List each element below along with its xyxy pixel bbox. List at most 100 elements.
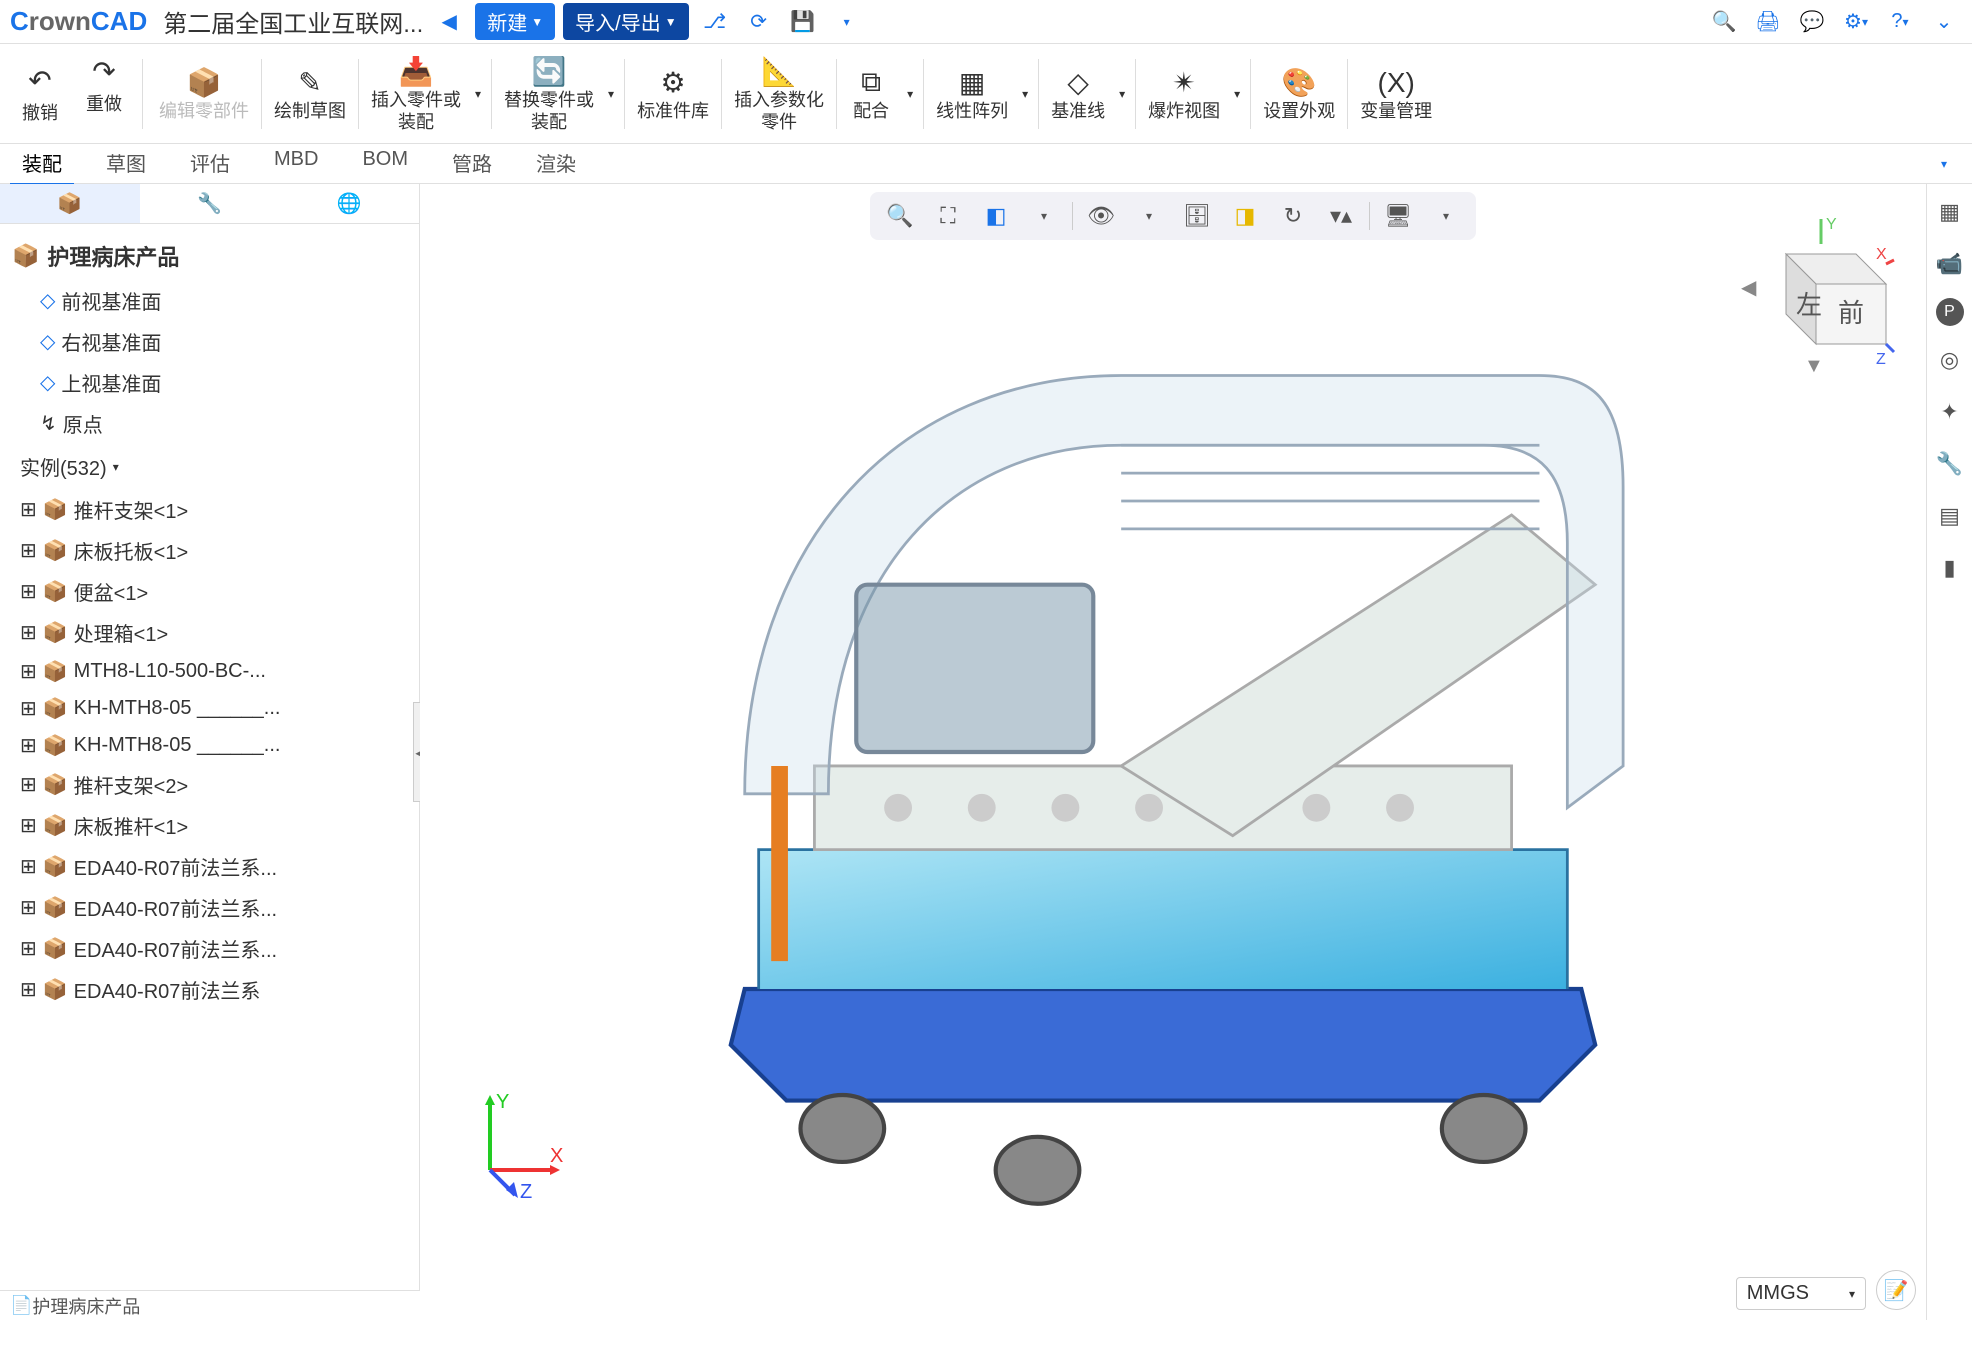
explode-dropdown[interactable]: ▾ xyxy=(1234,87,1240,101)
rail-cube-icon[interactable]: ◎ xyxy=(1932,342,1968,378)
tree-instance[interactable]: ⊞ 📦 处理箱<1> xyxy=(0,612,419,653)
display-icon[interactable]: 🖥 xyxy=(1378,196,1418,236)
search-icon[interactable]: 🔍 xyxy=(1706,4,1742,40)
replace-part-dropdown[interactable]: ▾ xyxy=(608,87,614,101)
expand-icon[interactable]: ⊞ xyxy=(20,854,37,879)
rotate-icon[interactable]: ↻ xyxy=(1273,196,1313,236)
ribbon-mate[interactable]: ⧉配合 xyxy=(841,61,901,127)
tree-plane[interactable]: ◇右视基准面 xyxy=(0,321,419,362)
ribbon-linear-pattern[interactable]: ▦线性阵列 xyxy=(928,61,1016,127)
expand-icon[interactable]: ⌄ xyxy=(1926,4,1962,40)
linear-pattern-dropdown[interactable]: ▾ xyxy=(1022,87,1028,101)
tab-管路[interactable]: 管路 xyxy=(440,142,504,186)
tab-评估[interactable]: 评估 xyxy=(178,142,242,186)
chat-icon[interactable]: 💬 xyxy=(1794,4,1830,40)
tree-instance[interactable]: ⊞ 📦 MTH8-L10-500-BC-... xyxy=(0,653,419,690)
ribbon-sketch[interactable]: ✎绘制草图 xyxy=(266,61,354,127)
branch-icon[interactable]: ⎇ xyxy=(697,4,733,40)
save-icon[interactable]: 💾 xyxy=(785,4,821,40)
settings-icon[interactable]: ⚙ ▾ xyxy=(1838,4,1874,40)
rail-target-icon[interactable]: ✦ xyxy=(1932,394,1968,430)
rail-p-icon[interactable]: P xyxy=(1936,298,1964,326)
save-dropdown-icon[interactable]: ▾ xyxy=(829,4,865,40)
help-icon[interactable]: ? ▾ xyxy=(1882,4,1918,40)
navigation-cube[interactable]: 左 前 Y X Z ◀▼ xyxy=(1736,214,1896,374)
app-logo[interactable]: CrownCAD xyxy=(10,6,147,37)
rail-layers-icon[interactable]: ▤ xyxy=(1932,498,1968,534)
undo-button[interactable]: ↶撤销 xyxy=(10,59,70,129)
tree-tab-config[interactable]: 🔧 xyxy=(140,184,280,223)
ribbon-explode[interactable]: ✴爆炸视图 xyxy=(1140,61,1228,127)
expand-icon[interactable]: ⊞ xyxy=(20,538,37,563)
tree-root[interactable]: 📦 护理病床产品 xyxy=(0,232,419,280)
section-icon[interactable]: 🗄 xyxy=(1177,196,1217,236)
ribbon-replace-part[interactable]: 🔄替换零件或 装配 xyxy=(496,50,602,137)
shading-icon[interactable]: ◨ xyxy=(1225,196,1265,236)
instances-header[interactable]: 实例(532) ▾ xyxy=(0,444,419,489)
feedback-icon[interactable]: 📝 xyxy=(1876,1270,1916,1310)
tab-装配[interactable]: 装配 xyxy=(10,142,74,186)
ribbon-datum[interactable]: ◇基准线 xyxy=(1043,61,1113,127)
new-button[interactable]: 新建 ▼ xyxy=(475,3,555,40)
expand-icon[interactable]: ⊞ xyxy=(20,936,37,961)
expand-icon[interactable]: ⊞ xyxy=(20,579,37,604)
filter-icon[interactable]: ▾▴ xyxy=(1321,196,1361,236)
refresh-icon[interactable]: ⟳ xyxy=(741,4,777,40)
expand-icon[interactable]: ⊞ xyxy=(20,497,37,522)
ribbon-var-mgr[interactable]: (X)变量管理 xyxy=(1352,61,1440,127)
tree-tab-feature[interactable]: 📦 xyxy=(0,184,140,223)
datum-dropdown[interactable]: ▾ xyxy=(1119,87,1125,101)
rail-camera-icon[interactable]: 📹 xyxy=(1932,246,1968,282)
mate-dropdown[interactable]: ▾ xyxy=(907,87,913,101)
ribbon-insert-part[interactable]: 📥插入零件或 装配 xyxy=(363,50,469,137)
tree-instance[interactable]: ⊞ 📦 EDA40-R07前法兰系... xyxy=(0,887,419,928)
tree-instance[interactable]: ⊞ 📦 床板推杆<1> xyxy=(0,805,419,846)
units-selector[interactable]: MMGS▾ xyxy=(1736,1277,1866,1310)
tree-tab-display[interactable]: 🌐 xyxy=(279,184,419,223)
tree-instance[interactable]: ⊞ 📦 KH-MTH8-05 ______... xyxy=(0,727,419,764)
expand-icon[interactable]: ⊞ xyxy=(20,895,37,920)
rail-grid-icon[interactable]: ▦ xyxy=(1932,194,1968,230)
tab-草图[interactable]: 草图 xyxy=(94,142,158,186)
viewport-3d[interactable]: 🔍 ⛶ ◧▾ 👁▾ 🗄 ◨ ↻ ▾▴ 🖥▾ xyxy=(420,184,1926,1320)
import-export-button[interactable]: 导入/导出 ▼ xyxy=(563,3,688,40)
print-icon[interactable]: 🖨 xyxy=(1750,4,1786,40)
redo-button[interactable]: ↷重做 xyxy=(74,50,134,120)
visibility-icon[interactable]: 👁 xyxy=(1081,196,1121,236)
expand-icon[interactable]: ⊞ xyxy=(20,620,37,645)
tree-instance[interactable]: ⊞ 📦 EDA40-R07前法兰系 xyxy=(0,969,419,1010)
zoom-icon[interactable]: 🔍 xyxy=(880,196,920,236)
expand-icon[interactable]: ⊞ xyxy=(20,733,37,758)
expand-icon[interactable]: ⊞ xyxy=(20,813,37,838)
tree-instance[interactable]: ⊞ 📦 EDA40-R07前法兰系... xyxy=(0,928,419,969)
rail-wrench-icon[interactable]: 🔧 xyxy=(1932,446,1968,482)
expand-icon[interactable]: ⊞ xyxy=(20,977,37,1002)
tree-origin[interactable]: ↯原点 xyxy=(0,403,419,444)
ribbon-insert-param[interactable]: 📐插入参数化 零件 xyxy=(726,50,832,137)
tree-instance[interactable]: ⊞ 📦 推杆支架<2> xyxy=(0,764,419,805)
tree-plane[interactable]: ◇前视基准面 xyxy=(0,280,419,321)
fit-icon[interactable]: ⛶ xyxy=(928,196,968,236)
expand-icon[interactable]: ⊞ xyxy=(20,659,37,684)
tree-instance[interactable]: ⊞ 📦 便盆<1> xyxy=(0,571,419,612)
expand-icon[interactable]: ⊞ xyxy=(20,772,37,797)
ribbon-appearance[interactable]: 🎨设置外观 xyxy=(1255,61,1343,127)
insert-part-dropdown[interactable]: ▾ xyxy=(475,87,481,101)
tree-plane[interactable]: ◇上视基准面 xyxy=(0,362,419,403)
tab-BOM[interactable]: BOM xyxy=(350,142,420,186)
tab-MBD[interactable]: MBD xyxy=(262,142,330,186)
view-dd[interactable]: ▾ xyxy=(1024,196,1064,236)
rail-panel-icon[interactable]: ▮ xyxy=(1932,550,1968,586)
vis-dd[interactable]: ▾ xyxy=(1129,196,1169,236)
view-cube-icon[interactable]: ◧ xyxy=(976,196,1016,236)
tree-instance[interactable]: ⊞ 📦 床板托板<1> xyxy=(0,530,419,571)
tree-instance[interactable]: ⊞ 📦 EDA40-R07前法兰系... xyxy=(0,846,419,887)
ribbon-std-lib[interactable]: ⚙标准件库 xyxy=(629,61,717,127)
tree-instance[interactable]: ⊞ 📦 KH-MTH8-05 ______... xyxy=(0,690,419,727)
tab-渲染[interactable]: 渲染 xyxy=(524,142,588,186)
disp-dd[interactable]: ▾ xyxy=(1426,196,1466,236)
tree-instance[interactable]: ⊞ 📦 推杆支架<1> xyxy=(0,489,419,530)
tabs-dropdown-icon[interactable]: ▾ xyxy=(1926,146,1962,182)
back-icon[interactable]: ◀ xyxy=(431,4,467,40)
expand-icon[interactable]: ⊞ xyxy=(20,696,37,721)
